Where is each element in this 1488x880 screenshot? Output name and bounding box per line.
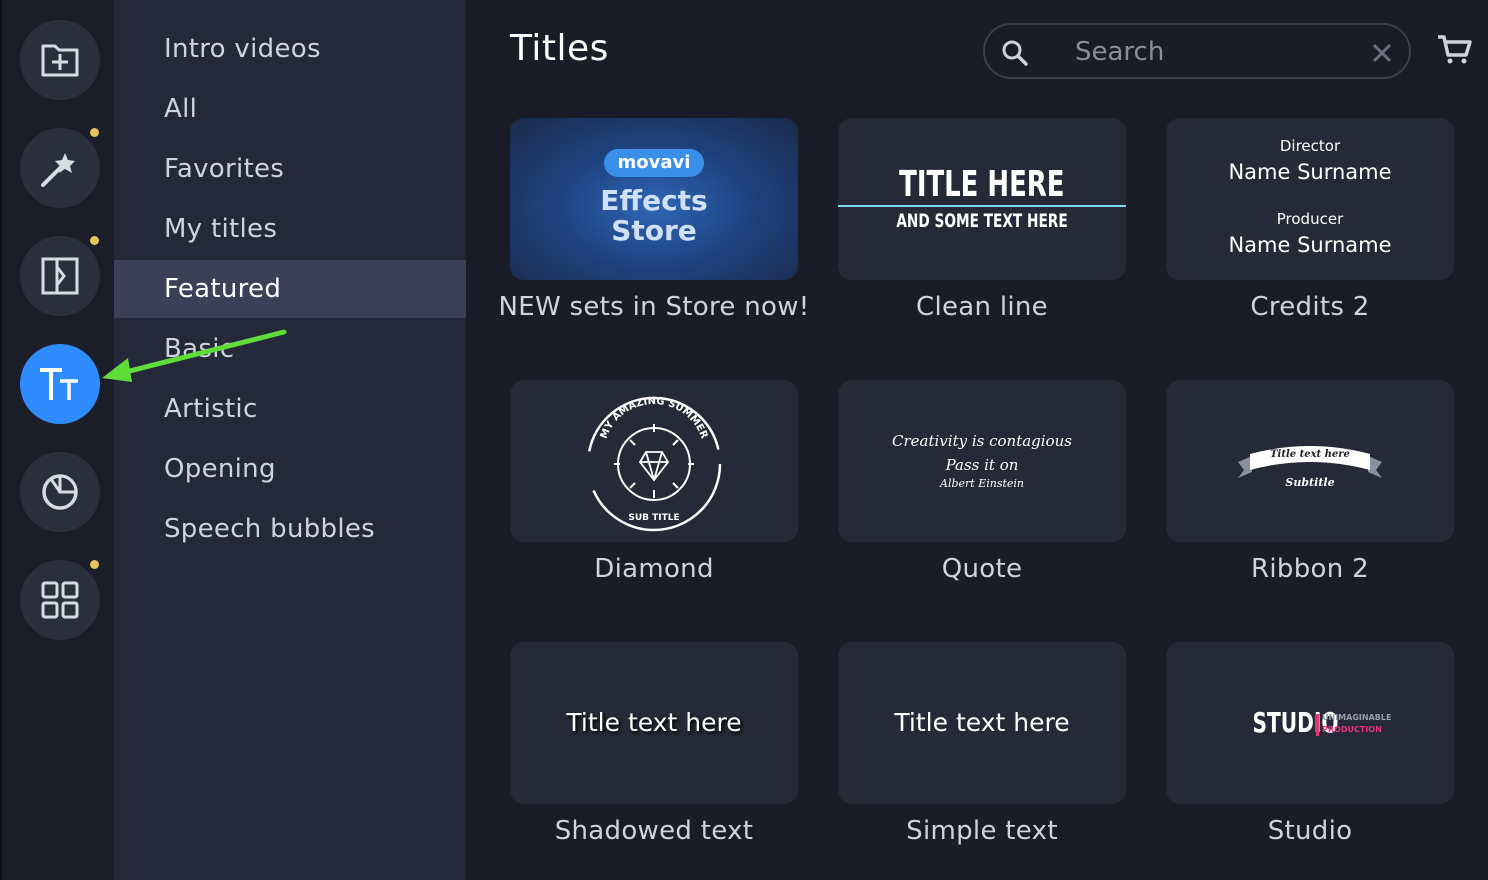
card-label-diamond: Diamond xyxy=(594,554,714,584)
notification-dot xyxy=(90,560,99,569)
title-card-shadowed[interactable]: Title text here xyxy=(510,642,798,804)
svg-text:MY AMAZING SUMMER: MY AMAZING SUMMER xyxy=(599,396,710,441)
notification-dot xyxy=(90,236,99,245)
filters-button[interactable] xyxy=(20,128,100,208)
credits-name1: Name Surname xyxy=(1228,160,1392,184)
clean-line-rule xyxy=(838,205,1126,207)
card-label-store: NEW sets in Store now! xyxy=(498,292,810,322)
ribbon-subtitle: Subtitle xyxy=(1285,476,1335,489)
card-label-credits: Credits 2 xyxy=(1250,292,1370,322)
title-card-studio[interactable]: STUDIO UNIMAGINABLE PRODUCTION xyxy=(1166,642,1454,804)
category-all[interactable]: All xyxy=(114,80,466,138)
category-my-titles[interactable]: My titles xyxy=(114,200,466,258)
search-icon xyxy=(1002,40,1028,66)
store-line2: Store xyxy=(611,214,697,247)
titles-button[interactable] xyxy=(20,344,100,424)
card-label-quote: Quote xyxy=(941,554,1023,584)
title-card-store[interactable]: movavi Effects Store xyxy=(510,118,798,280)
category-featured[interactable]: Featured xyxy=(114,260,466,318)
category-artistic[interactable]: Artistic xyxy=(114,380,466,438)
clean-line-small: AND SOME TEXT HERE xyxy=(896,210,1068,232)
stickers-button[interactable] xyxy=(20,452,100,532)
card-label-clean-line: Clean line xyxy=(916,292,1048,322)
titles-icon xyxy=(40,368,78,400)
stickers-icon xyxy=(42,474,78,510)
studio-tag2: PRODUCTION xyxy=(1322,725,1382,734)
diamond-emblem-icon: MY AMAZING SUMMER SUB TITLE xyxy=(586,396,722,532)
search-input[interactable]: Search xyxy=(1075,37,1164,67)
studio-tag1: UNIMAGINABLE xyxy=(1322,713,1392,722)
store-badge: movavi xyxy=(604,149,704,177)
transitions-button[interactable] xyxy=(20,236,100,316)
category-speech-bubbles[interactable]: Speech bubbles xyxy=(114,500,466,558)
clear-search-icon[interactable] xyxy=(1371,42,1393,64)
title-card-simple[interactable]: Title text here xyxy=(838,642,1126,804)
category-intro-videos[interactable]: Intro videos xyxy=(114,20,466,78)
cart-icon[interactable] xyxy=(1436,34,1474,66)
tool-rail xyxy=(0,0,114,880)
title-card-credits[interactable]: Director Name Surname Producer Name Surn… xyxy=(1166,118,1454,280)
more-tools-button[interactable] xyxy=(20,560,100,640)
store-line1: Effects xyxy=(600,184,708,217)
card-label-ribbon: Ribbon 2 xyxy=(1251,554,1369,584)
clean-line-big: TITLE HERE xyxy=(899,164,1065,205)
transitions-icon xyxy=(41,257,79,295)
quote-line2: Pass it on xyxy=(945,456,1019,474)
title-card-diamond[interactable]: MY AMAZING SUMMER SUB TITLE xyxy=(510,380,798,542)
title-card-ribbon[interactable]: Title text here Subtitle xyxy=(1166,380,1454,542)
category-opening[interactable]: Opening xyxy=(114,440,466,498)
import-icon xyxy=(41,44,79,77)
card-label-simple: Simple text xyxy=(906,816,1058,846)
quote-line1: Creativity is contagious xyxy=(892,432,1072,450)
titles-panel: Titles Search movavi Effects Store NEW s… xyxy=(466,0,1488,880)
page-title: Titles xyxy=(510,28,609,69)
import-button[interactable] xyxy=(20,20,100,100)
shadowed-preview-text: Title text here xyxy=(566,708,742,737)
card-label-shadowed: Shadowed text xyxy=(554,816,754,846)
svg-text:Title text here: Title text here xyxy=(1270,449,1350,460)
magic-wand-icon xyxy=(41,153,75,187)
credits-name2: Name Surname xyxy=(1228,233,1392,257)
notification-dot xyxy=(90,128,99,137)
category-list: Intro videos All Favorites My titles Fea… xyxy=(114,0,466,880)
simple-preview-text: Title text here xyxy=(894,708,1070,737)
credits-role2: Producer xyxy=(1276,210,1344,228)
ribbon-banner-icon: Title text here xyxy=(1238,446,1382,478)
pointer-arrow-icon xyxy=(102,329,287,382)
search-box[interactable]: Search xyxy=(983,23,1411,79)
quote-line3: Albert Einstein xyxy=(940,477,1024,490)
title-card-quote[interactable]: Creativity is contagious Pass it on Albe… xyxy=(838,380,1126,542)
svg-text:SUB TITLE: SUB TITLE xyxy=(628,513,679,523)
category-favorites[interactable]: Favorites xyxy=(114,140,466,198)
studio-divider xyxy=(1316,714,1319,736)
title-card-clean-line[interactable]: TITLE HERE AND SOME TEXT HERE xyxy=(838,118,1126,280)
more-tools-icon xyxy=(41,581,79,619)
card-label-studio: Studio xyxy=(1267,816,1353,846)
credits-role1: Director xyxy=(1279,137,1341,155)
